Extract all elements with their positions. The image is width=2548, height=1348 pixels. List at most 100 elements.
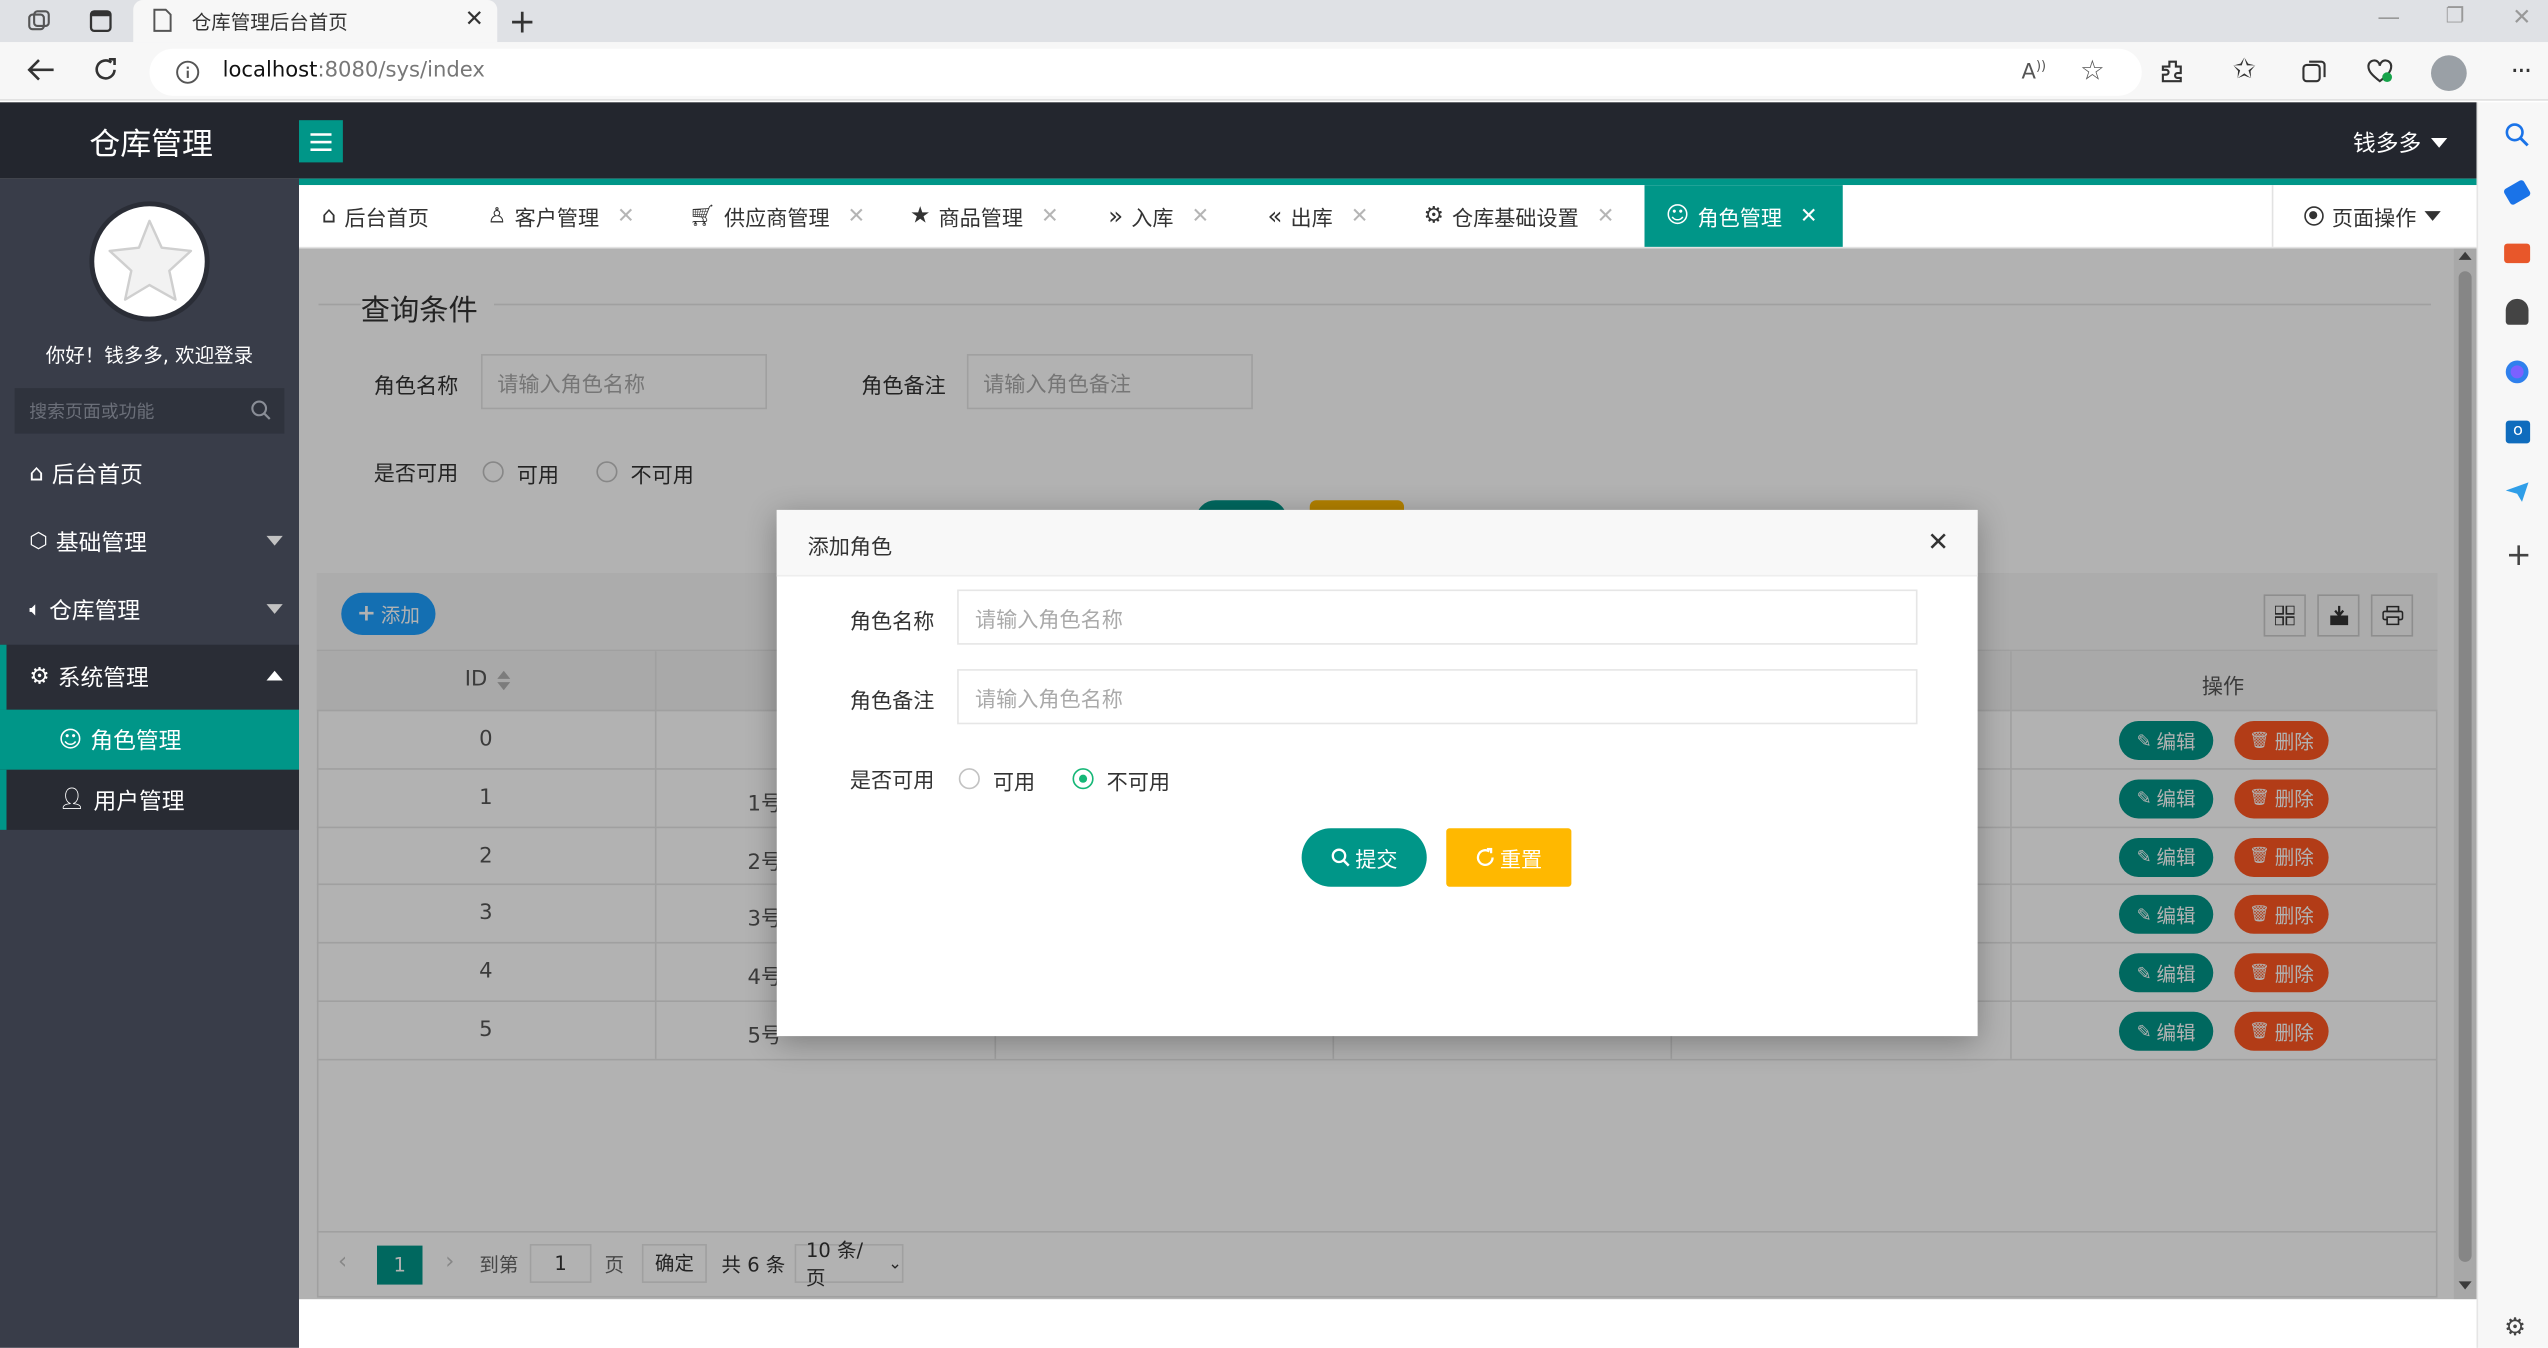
page-operations-menu[interactable]: 页面操作 — [2271, 185, 2477, 247]
dialog-radio-no[interactable] — [1072, 768, 1094, 790]
tab-inbound[interactable]: » 入库 ✕ — [1108, 185, 1209, 247]
sidebar-item-label: 系统管理 — [57, 665, 149, 692]
app-logo: 仓库管理 — [89, 126, 213, 163]
user-outline-icon: ♙ — [487, 203, 507, 229]
close-icon[interactable]: ✕ — [1800, 204, 1818, 228]
tab-role[interactable]: ☺ 角色管理 ✕ — [1644, 185, 1843, 247]
add-side-icon[interactable]: + — [2506, 538, 2532, 574]
smile-icon: ☺ — [1665, 203, 1690, 229]
close-icon[interactable]: ✕ — [847, 204, 865, 228]
sidebar-item-label: 基础管理 — [55, 530, 147, 557]
dialog-radio-yes[interactable] — [958, 768, 980, 790]
reset-button[interactable]: 重置 — [1446, 828, 1572, 887]
sidebar-subitem-label: 用户管理 — [93, 788, 185, 815]
address-bar[interactable]: localhost:8080/sys/index A)) ☆ — [149, 48, 2142, 96]
url-path: :8080/sys/index — [317, 58, 485, 83]
tab-warehouse-settings[interactable]: ⚙ 仓库基础设置 ✕ — [1424, 185, 1615, 247]
user-name: 钱多多 — [2353, 131, 2422, 158]
tab-home[interactable]: ⌂ 后台首页 — [322, 185, 429, 247]
sidebar-item-basic[interactable]: ⬡ 基础管理 — [0, 508, 299, 575]
settings-side-icon[interactable]: ⚙ — [2504, 1312, 2526, 1341]
info-icon[interactable] — [176, 60, 200, 84]
close-window-icon[interactable]: ✕ — [2512, 5, 2531, 31]
search-side-icon[interactable] — [2504, 122, 2530, 148]
close-tab-icon[interactable]: ✕ — [465, 6, 484, 32]
dialog-name-input[interactable]: 请输入角色名称 — [957, 589, 1918, 645]
double-right-icon: » — [1108, 201, 1124, 231]
shopping-icon[interactable] — [2502, 179, 2532, 206]
refresh-icon[interactable] — [93, 57, 119, 83]
extensions-icon[interactable] — [2160, 58, 2186, 84]
outlook-icon[interactable]: o — [2505, 420, 2531, 444]
gear-icon: ⚙ — [29, 664, 50, 691]
tab-outbound[interactable]: « 出库 ✕ — [1268, 185, 1369, 247]
page-icon — [153, 8, 173, 32]
browser-tab[interactable]: 仓库管理后台首页 ✕ — [133, 0, 498, 43]
games-icon[interactable] — [2505, 298, 2529, 325]
send-icon[interactable] — [2504, 481, 2530, 504]
sidebar-subitem-user[interactable]: 👤︎ 用户管理 — [0, 769, 299, 830]
tab-label: 供应商管理 — [723, 207, 830, 232]
more-menu-icon[interactable]: ··· — [2511, 55, 2533, 86]
restore-icon[interactable]: ❐ — [2446, 5, 2465, 29]
tab-actions-icon[interactable] — [88, 8, 114, 34]
back-icon[interactable] — [26, 57, 55, 83]
browser-sidebar: o + ⚙ — [2476, 102, 2548, 1348]
add-role-dialog: 添加角色 ✕ 角色名称 请输入角色名称 角色备注 请输入角色名称 是否可用 可用… — [776, 509, 1978, 1037]
health-icon[interactable] — [2366, 58, 2394, 84]
office-icon[interactable] — [2505, 360, 2529, 384]
dialog-name-label: 角色名称 — [849, 610, 935, 635]
dialog-close-icon[interactable]: ✕ — [1927, 526, 1949, 557]
caret-down-icon — [2424, 211, 2441, 221]
tab-label: 后台首页 — [344, 207, 429, 232]
favorites-icon[interactable]: ✩ — [2233, 54, 2256, 86]
dialog-remark-input[interactable]: 请输入角色名称 — [957, 669, 1918, 725]
sidebar-item-home[interactable]: ⌂ 后台首页 — [0, 442, 299, 507]
close-icon[interactable]: ✕ — [617, 204, 635, 228]
tools-icon[interactable] — [2504, 243, 2531, 264]
tab-label: 入库 — [1131, 207, 1174, 232]
minimize-icon[interactable]: — — [2377, 5, 2400, 31]
user-menu[interactable]: 钱多多 — [2353, 127, 2448, 159]
tab-goods[interactable]: ★ 商品管理 ✕ — [910, 185, 1059, 247]
profile-avatar-icon[interactable] — [2431, 55, 2467, 91]
target-icon — [2304, 206, 2324, 226]
home-icon: ⌂ — [29, 461, 44, 488]
collections-icon[interactable] — [2301, 58, 2327, 84]
dialog-header: 添加角色 ✕ — [776, 509, 1978, 577]
caret-down-icon — [266, 604, 283, 614]
sidebar-item-warehouse[interactable]: 🔈︎ 仓库管理 — [0, 577, 299, 644]
menu-toggle-button[interactable] — [299, 120, 343, 163]
tab-supplier[interactable]: 🛒︎ 供应商管理 ✕ — [689, 185, 865, 247]
gear-icon: ⚙ — [1423, 203, 1444, 229]
screen: 仓库管理后台首页 ✕ + — ❐ ✕ localhost:8080/sys/in… — [0, 0, 2548, 1348]
url-host: localhost — [222, 58, 318, 83]
favorite-icon[interactable]: ☆ — [2080, 55, 2105, 87]
sidebar-subitem-role[interactable]: ☺ 角色管理 — [0, 709, 299, 770]
close-icon[interactable]: ✕ — [1597, 204, 1615, 228]
close-icon[interactable]: ✕ — [1351, 204, 1369, 228]
welcome-text: 你好！钱多多, 欢迎登录 — [45, 344, 254, 368]
menu-search-box[interactable]: 搜索页面或功能 — [14, 388, 285, 434]
tab-customer[interactable]: ♙ 客户管理 ✕ — [488, 185, 635, 247]
new-tab-icon[interactable]: + — [509, 2, 536, 41]
cart-icon: 🛒︎ — [689, 203, 716, 229]
sidebar-item-system[interactable]: ⚙ 系统管理 — [0, 644, 299, 710]
sidebar-item-label: 仓库管理 — [49, 598, 141, 625]
page-tabs: ⌂ 后台首页 ♙ 客户管理 ✕ 🛒︎ 供应商管理 ✕ ★ 商品管理 ✕ » 入库… — [299, 185, 2477, 249]
app-header: 仓库管理 钱多多 — [0, 102, 2477, 179]
workspaces-icon[interactable] — [26, 8, 52, 34]
star-icon — [108, 219, 193, 301]
tab-label: 出库 — [1290, 207, 1333, 232]
close-icon[interactable]: ✕ — [1041, 204, 1059, 228]
caret-down-icon — [2431, 138, 2448, 148]
submit-button[interactable]: 提交 — [1301, 828, 1427, 887]
tab-label: 商品管理 — [938, 207, 1024, 232]
read-aloud-icon[interactable]: A)) — [2022, 58, 2047, 85]
browser-tab-title: 仓库管理后台首页 — [191, 11, 348, 35]
page-ops-label: 页面操作 — [2331, 207, 2417, 232]
sidebar-subitem-label: 角色管理 — [90, 728, 182, 755]
close-icon[interactable]: ✕ — [1191, 204, 1209, 228]
dialog-remark-label: 角色备注 — [849, 690, 935, 715]
tab-label: 客户管理 — [514, 207, 600, 232]
